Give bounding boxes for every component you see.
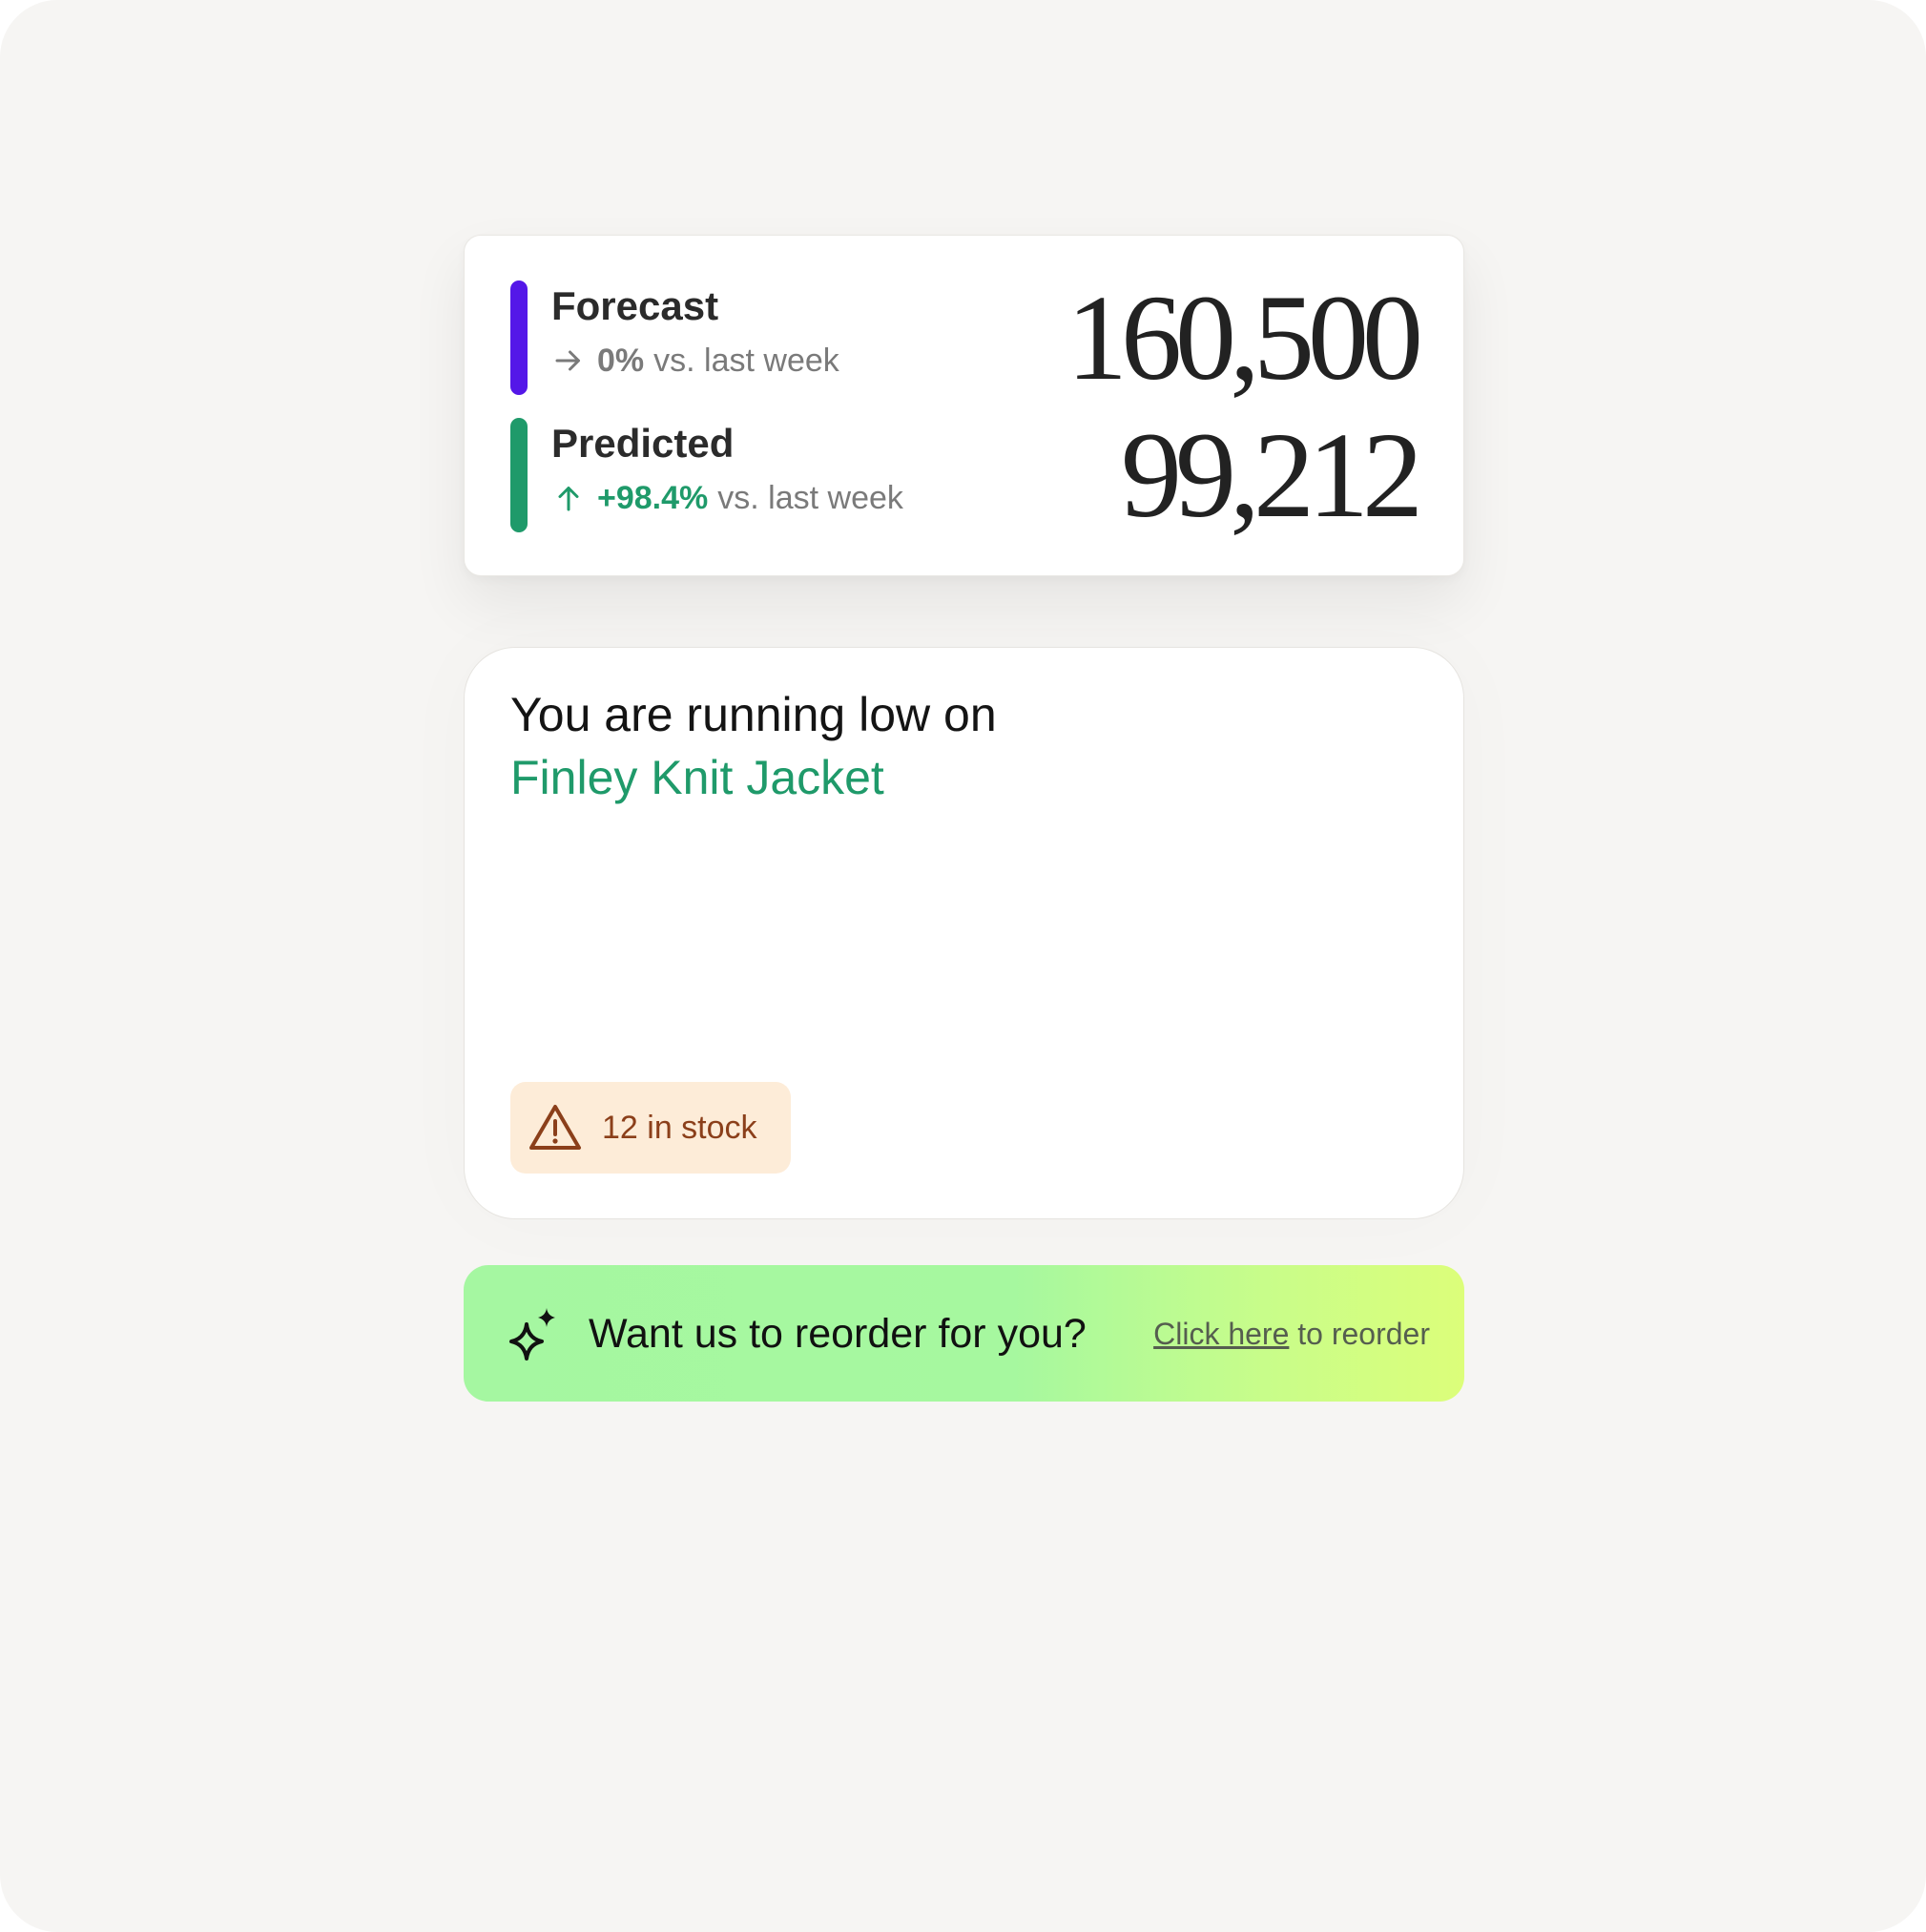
- low-stock-title: You are running low on: [510, 688, 997, 741]
- page-background: Forecast 0% vs. last week 160,500 Predic…: [0, 0, 1926, 1932]
- metric-row-forecast: Forecast 0% vs. last week 160,500: [510, 275, 1423, 401]
- predicted-delta-suffix: vs. last week: [717, 480, 903, 516]
- forecast-delta-value: 0%: [597, 343, 645, 379]
- predicted-delta: +98.4% vs. last week: [551, 479, 903, 517]
- reorder-link-suffix: to reorder: [1289, 1317, 1430, 1351]
- metric-row-predicted: Predicted +98.4% vs. last week 99,212: [510, 412, 1423, 538]
- sparkle-icon: [509, 1308, 555, 1361]
- forecast-value: 160,500: [1067, 270, 1423, 405]
- arrow-right-icon: [555, 350, 580, 371]
- arrow-up-icon: [558, 487, 579, 511]
- predicted-label: Predicted: [551, 421, 735, 466]
- stock-count-text: 12 in stock: [602, 1109, 757, 1146]
- predicted-color-bar: [510, 418, 528, 532]
- reorder-banner: Want us to reorder for you? Click here t…: [464, 1265, 1464, 1402]
- forecast-delta: 0% vs. last week: [551, 342, 839, 380]
- forecast-label: Forecast: [551, 283, 719, 328]
- predicted-value: 99,212: [1121, 407, 1423, 543]
- predicted-delta-value: +98.4%: [597, 480, 709, 516]
- reorder-question: Want us to reorder for you?: [589, 1311, 1087, 1357]
- low-stock-card: You are running low on Finley Knit Jacke…: [464, 647, 1464, 1219]
- metrics-card: Forecast 0% vs. last week 160,500 Predic…: [464, 235, 1464, 576]
- reorder-action: Click here to reorder: [1153, 1313, 1430, 1355]
- warning-triangle-icon: [529, 1105, 581, 1150]
- low-stock-product-name[interactable]: Finley Knit Jacket: [510, 747, 884, 808]
- forecast-delta-suffix: vs. last week: [653, 343, 839, 379]
- forecast-color-bar: [510, 280, 528, 395]
- click-here-link[interactable]: Click here: [1153, 1317, 1289, 1351]
- stock-count-badge: 12 in stock: [510, 1082, 791, 1174]
